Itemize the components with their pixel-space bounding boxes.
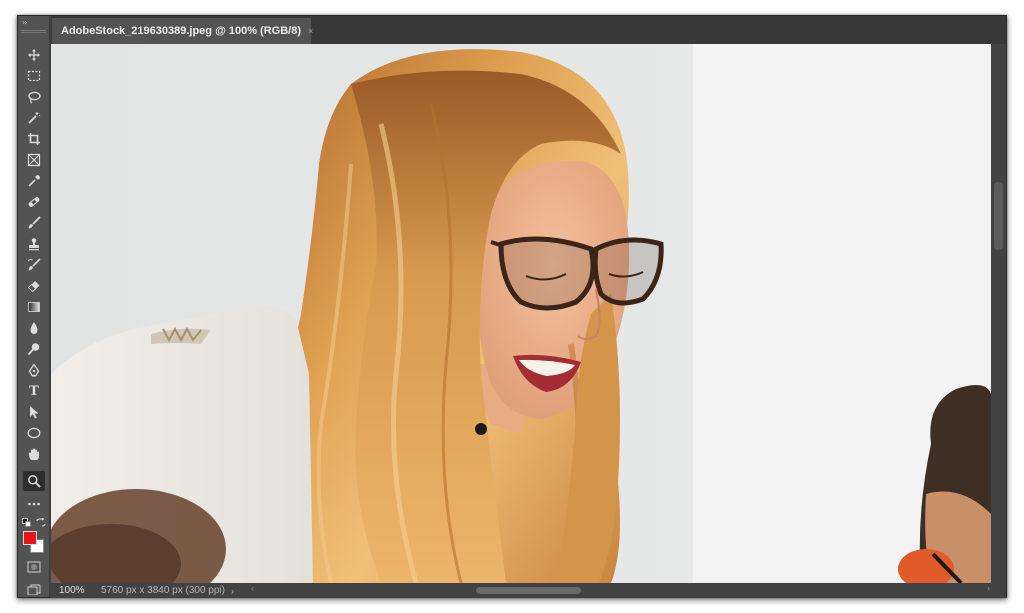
vertical-scrollbar[interactable] [991,44,1006,583]
eraser-icon [27,281,40,293]
brush-icon [28,216,41,229]
document-info: 5760 px x 3840 px (300 ppi) [101,585,225,596]
gradient-tool[interactable] [23,297,45,317]
arrow-cursor-icon [30,406,39,419]
quick-mask-icon[interactable] [27,561,41,573]
crop-tool[interactable] [23,129,45,149]
ellipse-icon [27,427,41,439]
ellipse-tool[interactable] [23,423,45,443]
horizontal-scroll-thumb[interactable] [476,587,581,594]
magic-wand-icon [28,112,41,124]
bandage-icon [28,197,40,207]
type-icon: T [29,383,39,399]
path-selection-tool[interactable] [23,402,45,422]
rectangular-marquee-tool[interactable] [23,66,45,86]
collapse-panel-icon[interactable]: ›› [22,18,28,27]
stamp-icon [29,238,39,251]
document-tab-title[interactable]: AdobeStock_219630389.jpeg @ 100% (RGB/8) [61,25,301,37]
history-brush-icon [27,258,41,271]
zoom-tool[interactable] [23,471,45,491]
lasso-tool[interactable] [23,87,45,107]
pen-tool[interactable] [23,360,45,380]
eyedropper-tool[interactable] [23,171,45,191]
document-tab[interactable]: AdobeStock_219630389.jpeg @ 100% (RGB/8)… [52,18,313,44]
type-tool[interactable]: T [23,381,45,401]
tools-panel: ›› T [18,16,50,597]
horizontal-scrollbar[interactable]: ‹ › [251,583,990,595]
panel-grip[interactable] [21,30,46,33]
frame-icon [27,153,41,167]
edit-toolbar[interactable] [23,494,45,514]
photoshop-window: ›› T AdobeStock_219630389.jpeg @ 100% (R… [17,15,1007,598]
eraser-tool[interactable] [23,276,45,296]
crop-icon [28,133,40,145]
drop-icon [30,322,38,334]
magnifier-icon [28,475,41,488]
dodge-icon [27,343,40,356]
blur-tool[interactable] [23,318,45,338]
vertical-scroll-thumb[interactable] [994,182,1003,250]
close-tab-icon[interactable]: × [308,26,313,36]
hand-icon [29,448,39,460]
clone-stamp-tool[interactable] [23,234,45,254]
pen-icon [28,363,40,377]
scroll-left-icon[interactable]: ‹ [251,583,254,593]
move-tool[interactable] [23,45,45,65]
marquee-icon [27,70,41,82]
gradient-icon [28,302,40,312]
stock-photo [51,44,991,583]
eyedropper-icon [28,175,40,187]
brush-tool[interactable] [23,213,45,233]
foreground-color-swatch[interactable] [23,531,37,545]
healing-brush-tool[interactable] [23,192,45,212]
status-menu-arrow-icon[interactable]: › [231,586,234,596]
frame-tool[interactable] [23,150,45,170]
hand-tool[interactable] [23,444,45,464]
lasso-icon [28,91,41,104]
zoom-level[interactable]: 100% [59,585,95,596]
history-brush-tool[interactable] [23,255,45,275]
screen-mode-icon[interactable] [27,584,41,595]
swap-colors-icon[interactable] [36,518,46,527]
scroll-right-icon[interactable]: › [987,583,990,593]
status-bar: 100% 5760 px x 3840 px (300 ppi) › ‹ › [51,583,1006,598]
document-tab-bar: AdobeStock_219630389.jpeg @ 100% (RGB/8)… [51,16,1006,44]
dodge-tool[interactable] [23,339,45,359]
move-icon [28,49,40,61]
more-dots-icon [28,502,40,506]
document-canvas[interactable] [51,44,991,583]
magic-wand-tool[interactable] [23,108,45,128]
default-colors-icon[interactable] [22,518,31,527]
